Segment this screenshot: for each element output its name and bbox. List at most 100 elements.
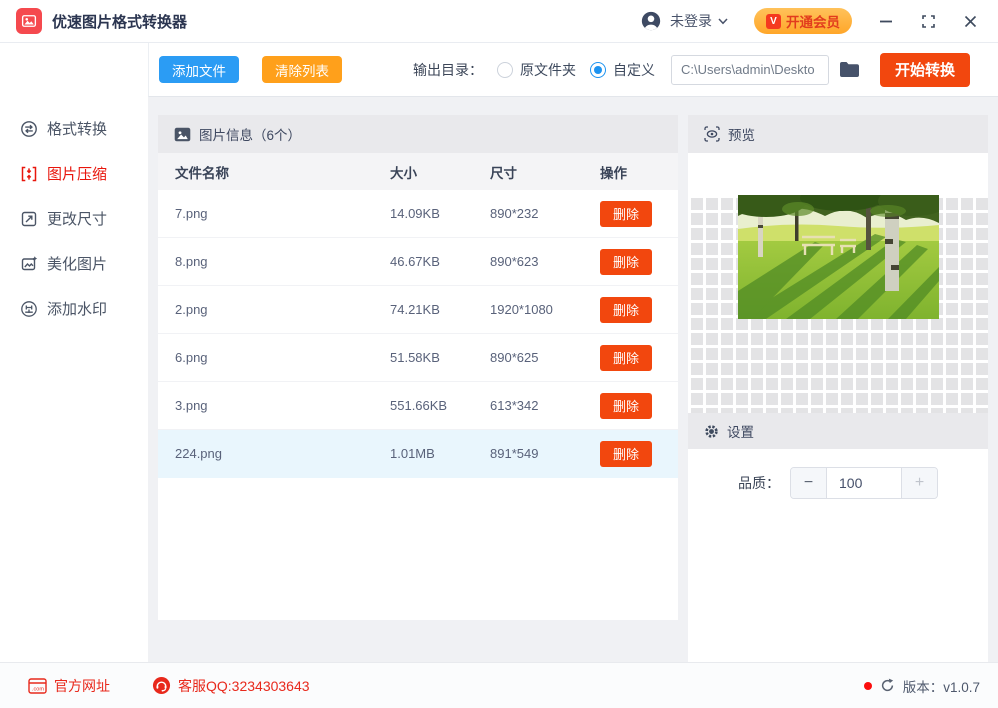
col-dimensions: 尺寸 [490, 165, 517, 181]
file-dimensions: 1920*1080 [490, 302, 553, 317]
quality-input[interactable] [827, 468, 901, 498]
gear-icon [705, 424, 718, 438]
file-operation-cell: 删除 [600, 248, 678, 275]
output-path-input[interactable] [671, 54, 829, 85]
table-row[interactable]: 7.png 14.09KB 890*232 删除 [158, 190, 678, 238]
content-area: 图片信息（6个） 文件名称 大小 尺寸 操作 7.png 14.09KB 890… [148, 97, 998, 662]
resize-icon [21, 211, 37, 226]
file-dimensions: 613*342 [490, 398, 539, 413]
file-dimensions: 891*549 [490, 446, 539, 461]
preview-header: 预览 [688, 115, 988, 153]
quality-label: 品质： [738, 475, 780, 491]
sidebar-item-beautify[interactable]: 美化图片 [0, 241, 148, 286]
sidebar-item-label: 图片压缩 [47, 166, 108, 183]
file-name: 6.png [175, 350, 208, 365]
format-convert-icon [21, 120, 37, 137]
file-name: 3.png [175, 398, 208, 413]
table-header-row: 文件名称 大小 尺寸 操作 [158, 153, 678, 190]
table-row[interactable]: 2.png 74.21KB 1920*1080 删除 [158, 286, 678, 334]
svg-text:.com: .com [32, 686, 44, 692]
col-operation: 操作 [600, 165, 627, 181]
delete-button[interactable]: 删除 [600, 248, 652, 275]
preview-image [737, 195, 939, 319]
vip-icon: V [766, 13, 781, 29]
sidebar-item-label: 格式转换 [47, 121, 108, 138]
status-bar: .com 官方网址 客服QQ:3234303643 版本：v1.0.7 [0, 662, 998, 708]
sidebar-item-format-convert[interactable]: 格式转换 [0, 106, 148, 151]
check-update-icon[interactable] [880, 678, 895, 693]
delete-button[interactable]: 删除 [600, 440, 652, 467]
quality-decrease-button[interactable]: − [791, 468, 827, 498]
sidebar-item-resize[interactable]: 更改尺寸 [0, 196, 148, 241]
official-website-link[interactable]: .com 官方网址 [28, 676, 110, 696]
file-dimensions: 890*623 [490, 254, 539, 269]
browse-folder-button[interactable] [839, 61, 860, 78]
version-label: 版本：v1.0.7 [902, 679, 980, 695]
radio-original-circle[interactable] [497, 61, 513, 78]
file-size: 46.67KB [390, 254, 440, 269]
minimize-button[interactable] [878, 13, 894, 29]
sidebar: 格式转换 图片压缩 更改尺寸 美化图片 添加水印 [0, 44, 148, 662]
customer-service-link[interactable]: 客服QQ:3234303643 [152, 676, 310, 696]
file-operation-cell: 删除 [600, 392, 678, 419]
table-row[interactable]: 8.png 46.67KB 890*623 删除 [158, 238, 678, 286]
app-window: 优速图片格式转换器 未登录 V 开通会员 添加文件 清除列表 输出目录： 原文件… [0, 0, 998, 708]
file-name: 7.png [175, 206, 208, 221]
start-convert-button[interactable]: 开始转换 [880, 52, 970, 87]
radio-custom-circle[interactable] [590, 61, 606, 78]
settings-header: 设置 [688, 413, 988, 449]
table-title-bar: 图片信息（6个） [158, 115, 678, 153]
radio-custom-folder[interactable]: 自定义 [590, 60, 655, 80]
sidebar-item-label: 美化图片 [47, 256, 108, 273]
title-bar: 优速图片格式转换器 未登录 V 开通会员 [0, 0, 998, 43]
chevron-down-icon[interactable] [718, 17, 728, 25]
file-dimensions: 890*232 [490, 206, 539, 221]
toolbar: 添加文件 清除列表 输出目录： 原文件夹 自定义 开始转换 [148, 43, 998, 97]
clear-list-button[interactable]: 清除列表 [262, 56, 342, 83]
delete-button[interactable]: 删除 [600, 200, 652, 227]
table-body: 7.png 14.09KB 890*232 删除 8.png 46.67KB 8… [158, 190, 678, 478]
close-button[interactable] [962, 13, 978, 29]
delete-button[interactable]: 删除 [600, 296, 652, 323]
status-dot [863, 681, 872, 690]
customer-service-icon [152, 676, 171, 695]
sidebar-item-image-compress[interactable]: 图片压缩 [0, 151, 148, 196]
membership-label: 开通会员 [786, 15, 840, 30]
maximize-button[interactable] [920, 13, 936, 29]
settings-title: 设置 [727, 425, 754, 440]
settings-body: 品质： − + [688, 449, 988, 499]
file-name: 2.png [175, 302, 208, 317]
file-size: 551.66KB [390, 398, 448, 413]
table-title: 图片信息（6个） [199, 128, 302, 143]
file-operation-cell: 删除 [600, 344, 678, 371]
file-operation-cell: 删除 [600, 296, 678, 323]
table-row[interactable]: 224.png 1.01MB 891*549 删除 [158, 430, 678, 478]
col-size: 大小 [390, 165, 417, 181]
radio-original-folder[interactable]: 原文件夹 [497, 60, 576, 80]
delete-button[interactable]: 删除 [600, 344, 652, 371]
file-name: 224.png [175, 446, 222, 461]
add-files-button[interactable]: 添加文件 [159, 56, 239, 83]
preview-canvas [688, 195, 988, 413]
preview-title: 预览 [728, 128, 755, 143]
sidebar-item-watermark[interactable]: 添加水印 [0, 286, 148, 331]
file-name: 8.png [175, 254, 208, 269]
table-row[interactable]: 6.png 51.58KB 890*625 删除 [158, 334, 678, 382]
output-dir-label: 输出目录： [413, 61, 483, 78]
sidebar-item-label: 添加水印 [47, 301, 108, 318]
table-row[interactable]: 3.png 551.66KB 613*342 删除 [158, 382, 678, 430]
close-icon [964, 15, 976, 27]
maximize-icon [921, 14, 935, 28]
file-size: 1.01MB [390, 446, 435, 461]
login-status[interactable]: 未登录 [670, 11, 712, 31]
delete-button[interactable]: 删除 [600, 392, 652, 419]
user-avatar-icon[interactable] [640, 10, 662, 32]
quality-stepper: − + [790, 467, 938, 499]
right-panel: 预览 设置 品质： − 100 + [688, 115, 988, 662]
minimize-icon [880, 20, 892, 23]
file-size: 74.21KB [390, 302, 440, 317]
file-size: 51.58KB [390, 350, 440, 365]
quality-increase-button[interactable]: + [901, 468, 937, 498]
file-operation-cell: 删除 [600, 440, 678, 467]
membership-button[interactable]: V 开通会员 [754, 8, 852, 34]
